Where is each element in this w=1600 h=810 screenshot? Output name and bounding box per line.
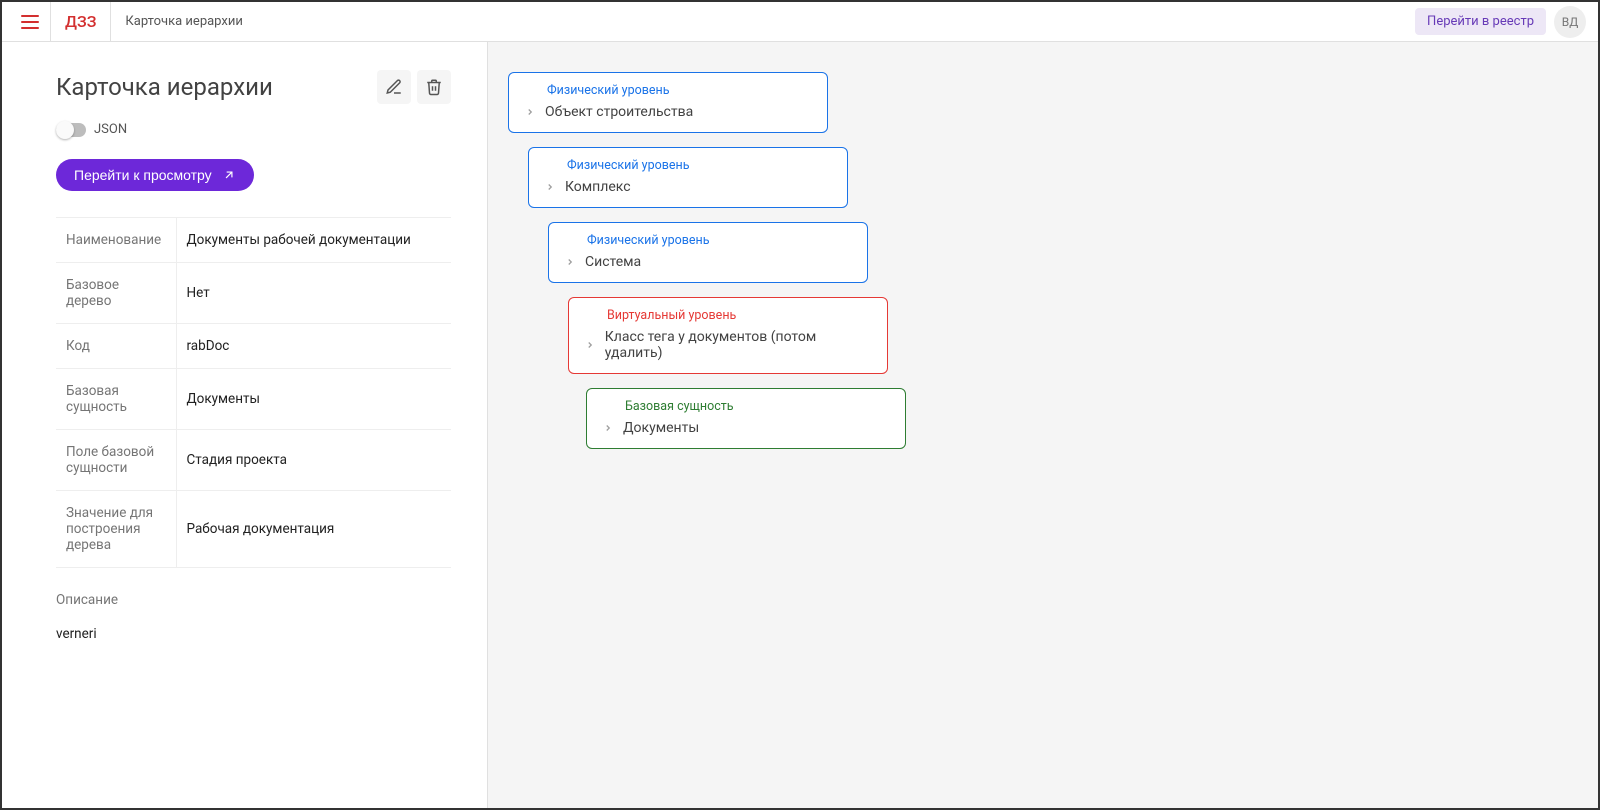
chevron-right-icon[interactable] [601,421,615,435]
hierarchy-node[interactable]: Физический уровень Комплекс [528,147,848,208]
hierarchy-node[interactable]: Физический уровень Объект строительства [508,72,828,133]
property-value: Рабочая документация [176,491,451,568]
property-label: Базовая сущность [56,369,176,430]
property-row: НаименованиеДокументы рабочей документац… [56,218,451,263]
property-label: Значение для построения дерева [56,491,176,568]
property-value: Документы рабочей документации [176,218,451,263]
property-label: Базовое дерево [56,263,176,324]
property-row: Поле базовой сущностиСтадия проекта [56,430,451,491]
node-title: Класс тега у документов (потом удалить) [605,329,873,361]
hierarchy-node[interactable]: Базовая сущность Документы [586,388,906,449]
node-type-label: Физический уровень [587,233,853,248]
node-title-row: Документы [601,420,891,436]
hierarchy-node[interactable]: Физический уровень Система [548,222,868,283]
go-to-view-button[interactable]: Перейти к просмотру [56,159,254,191]
property-row: Значение для построения дереваРабочая до… [56,491,451,568]
chevron-right-icon[interactable] [583,338,597,352]
go-to-registry-button[interactable]: Перейти в реестр [1415,8,1546,35]
property-value: Стадия проекта [176,430,451,491]
node-title: Документы [623,420,699,436]
breadcrumb: Карточка иерархии [111,14,256,29]
node-type-label: Виртуальный уровень [607,308,873,323]
menu-button[interactable] [10,2,50,42]
chevron-right-icon[interactable] [543,180,557,194]
node-type-label: Физический уровень [567,158,833,173]
node-title: Объект строительства [545,104,693,120]
node-type-label: Физический уровень [547,83,813,98]
node-title: Система [585,254,641,270]
property-value: rabDoc [176,324,451,369]
property-value: Нет [176,263,451,324]
left-panel: Карточка иерархии JSON Перейти к просмот… [2,42,488,808]
property-row: Базовая сущностьДокументы [56,369,451,430]
description-label: Описание [56,592,451,608]
node-type-label: Базовая сущность [625,399,891,414]
node-title-row: Система [563,254,853,270]
edit-button[interactable] [377,70,411,104]
property-label: Поле базовой сущности [56,430,176,491]
delete-button[interactable] [417,70,451,104]
properties-table: НаименованиеДокументы рабочей документац… [56,217,451,568]
json-toggle-label: JSON [94,122,127,137]
arrow-up-right-icon [222,168,236,182]
description-value: verneri [56,626,451,642]
app-header: ДЗЗ Карточка иерархии Перейти в реестр В… [2,2,1598,42]
property-label: Наименование [56,218,176,263]
trash-icon [425,78,443,96]
pencil-icon [385,78,403,96]
node-title-row: Класс тега у документов (потом удалить) [583,329,873,361]
property-label: Код [56,324,176,369]
hierarchy-canvas[interactable]: Физический уровеньОбъект строительстваФи… [488,42,1598,808]
go-to-view-label: Перейти к просмотру [74,167,212,183]
hierarchy-node[interactable]: Виртуальный уровень Класс тега у документ… [568,297,888,374]
node-title-row: Комплекс [543,179,833,195]
chevron-right-icon[interactable] [523,105,537,119]
chevron-right-icon[interactable] [563,255,577,269]
hamburger-icon [21,15,39,29]
json-toggle[interactable] [56,123,86,137]
node-title-row: Объект строительства [523,104,813,120]
property-value: Документы [176,369,451,430]
app-logo[interactable]: ДЗЗ [50,2,111,42]
property-row: Базовое деревоНет [56,263,451,324]
node-title: Комплекс [565,179,631,195]
property-row: КодrabDoc [56,324,451,369]
page-title: Карточка иерархии [56,73,371,101]
avatar[interactable]: ВД [1554,6,1586,38]
